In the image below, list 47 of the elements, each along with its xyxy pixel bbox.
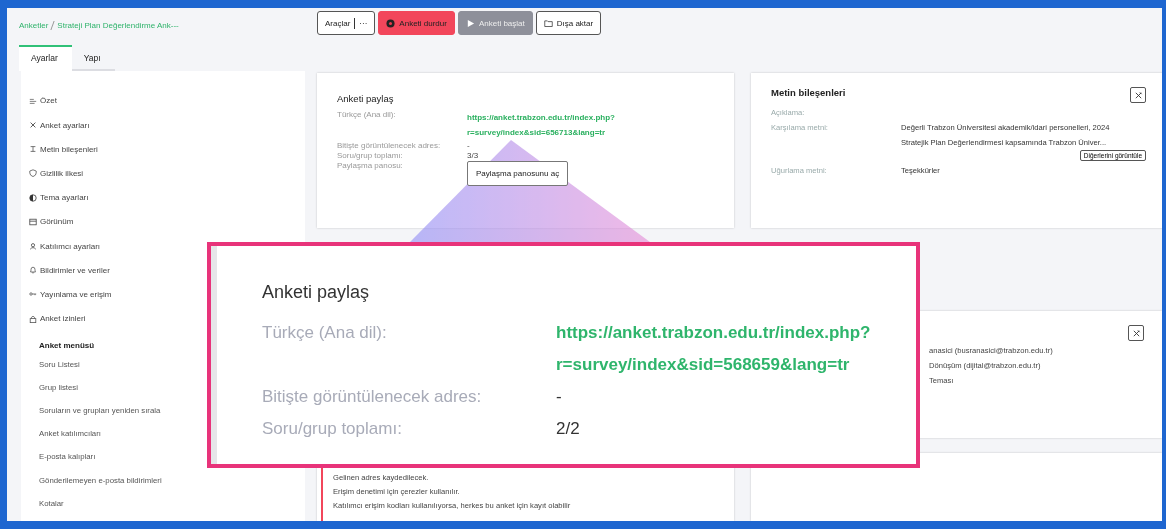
bell-icon (29, 266, 37, 275)
field-value: 2/2 (556, 418, 580, 440)
export-button[interactable]: Dışa aktar (535, 11, 602, 35)
tab[interactable]: Ayarlar (19, 44, 72, 71)
tools-icon (1133, 90, 1143, 100)
sidebar-item[interactable]: Yayınlama ve erişim (40, 289, 112, 299)
open-panel-button[interactable]: Paylaşma panosunu aç (467, 161, 569, 186)
field-value: - (467, 141, 470, 150)
lines-icon (29, 96, 37, 105)
people-icon (29, 242, 37, 251)
lock-icon (29, 314, 37, 323)
sidebar-item[interactable]: Anket ayarları (40, 120, 90, 130)
stop-icon (386, 18, 396, 28)
stop-button[interactable]: Anketi durdur (378, 11, 455, 35)
field-label: Türkçe (Ana dil): (262, 322, 388, 344)
sidebar-item[interactable]: Gizlilik ilkesi (40, 168, 84, 178)
field-label: Bitişte görüntülenecek adres: (262, 386, 483, 408)
settings-button[interactable] (1130, 87, 1146, 103)
field-label: Soru/grup toplamı: (262, 418, 403, 440)
sidebar-item[interactable]: Bildirimler ve veriler (40, 265, 110, 275)
tools-button[interactable]: Araçlar ··· (317, 11, 376, 35)
field-label: Soru/grup toplamı: (337, 151, 404, 160)
field-value: - (556, 386, 562, 408)
shield-icon (29, 169, 37, 178)
sidebar-item[interactable]: Tema ayarları (40, 193, 89, 203)
play-icon (465, 18, 475, 28)
callout-title: Anketi paylaş (262, 282, 371, 303)
folder-icon (543, 18, 553, 28)
tools-icon (1131, 328, 1141, 338)
sidebar-item[interactable]: Metin bileşenleri (40, 144, 98, 154)
card-title: Metin bileşenleri (771, 86, 846, 98)
sidebar-item[interactable]: Görünüm (40, 217, 74, 227)
submenu-heading: Anket menüsü (38, 339, 95, 352)
contrast-icon (29, 193, 37, 202)
field-label: Bitişte görüntülenecek adres: (337, 141, 442, 150)
settings-button[interactable] (1128, 325, 1144, 341)
key-icon (29, 290, 37, 299)
field-label: Türkçe (Ana dil): (337, 110, 397, 121)
layout-icon (29, 217, 37, 226)
card-title: Anketi paylaş (337, 93, 395, 104)
sidebar-item[interactable]: Özet (40, 96, 57, 106)
sidebar-item[interactable]: Anket izinleri (40, 314, 86, 324)
sidebar-item[interactable]: Katılımcı ayarları (40, 241, 100, 251)
text-icon (29, 145, 37, 154)
tools-icon (29, 121, 37, 130)
field-label: Paylaşma panosu: (337, 161, 404, 172)
field-value: 3/3 (467, 151, 479, 160)
